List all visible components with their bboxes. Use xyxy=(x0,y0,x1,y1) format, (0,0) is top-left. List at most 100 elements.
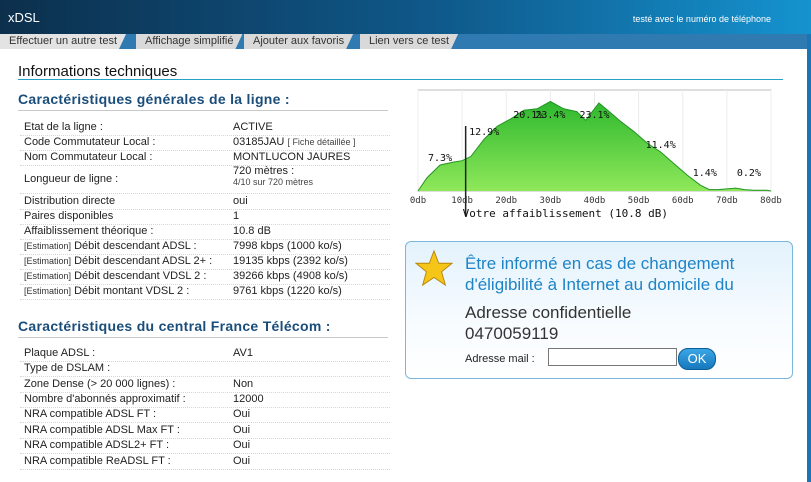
x-tick-label: 30db xyxy=(540,196,562,206)
title-divider xyxy=(18,79,783,80)
line-heading: Caractéristiques générales de la ligne : xyxy=(18,91,290,107)
percent-label: 7.3% xyxy=(428,153,452,164)
row-label: [Estimation] Débit descendant VDSL 2 : xyxy=(24,270,206,282)
row-value: 12000 xyxy=(233,393,264,405)
x-tick-label: 20db xyxy=(495,196,517,206)
label-text: Débit descendant ADSL 2+ : xyxy=(74,255,213,267)
x-tick-label: 50db xyxy=(628,196,650,206)
row-label: Distribution directe xyxy=(24,195,116,207)
row-label: NRA compatible ADSL Max FT : xyxy=(24,424,180,436)
row-value: Oui xyxy=(233,439,251,451)
percent-label: 23.1% xyxy=(579,110,609,121)
alert-phone: 0470059119 xyxy=(465,324,559,343)
line-heading-divider xyxy=(18,110,388,111)
row-nra-adsl2: NRA compatible ADSL2+ FT : Oui xyxy=(20,438,390,454)
alert-title: Être informé en cas de changement d'élig… xyxy=(465,254,735,294)
row-value: AV1 xyxy=(233,347,253,359)
row-label: NRA compatible ReADSL FT : xyxy=(24,455,171,467)
row-value: 1 xyxy=(233,210,240,222)
row-label: Type de DSLAM : xyxy=(24,362,111,374)
row-value: 9761 kbps (1220 ko/s) xyxy=(233,285,342,297)
row-label: Zone Dense (> 20 000 lignes) : xyxy=(24,378,176,390)
row-affaiblissement: Affaiblissement théorique : 10.8 dB xyxy=(20,224,390,240)
your-attenuation-label: Votre affaiblissement (10.8 dB) xyxy=(463,207,668,220)
code-value: 03185JAU xyxy=(233,136,285,148)
mail-label: Adresse mail : xyxy=(465,353,535,365)
longueur-sub: 4/10 sur 720 mètres xyxy=(233,177,314,187)
tagline: testé avec le numéro de téléphone xyxy=(632,14,771,24)
row-plaque: Plaque ADSL : AV1 xyxy=(20,346,390,362)
tab-link-to-test[interactable]: Lien vers ce test xyxy=(360,34,458,49)
row-label: NRA compatible ADSL2+ FT : xyxy=(24,439,170,451)
estimation-tag: [Estimation] xyxy=(24,241,72,251)
row-nra-adsl: NRA compatible ADSL FT : Oui xyxy=(20,407,390,423)
ok-button[interactable]: OK xyxy=(678,348,716,370)
row-debit-montant: [Estimation] Débit montant VDSL 2 : 9761… xyxy=(20,284,390,300)
row-zone-dense: Zone Dense (> 20 000 lignes) : Non xyxy=(20,377,390,393)
row-debit-adsl: [Estimation] Débit descendant ADSL : 799… xyxy=(20,239,390,255)
row-nra-adsl-max: NRA compatible ADSL Max FT : Oui xyxy=(20,423,390,439)
row-label: Longueur de ligne : xyxy=(24,173,119,185)
brand-label: xDSL xyxy=(8,10,40,25)
tab-new-test[interactable]: Effectuer un autre test xyxy=(0,34,126,49)
x-tick-label: 40db xyxy=(584,196,606,206)
row-value: MONTLUCON JAURES xyxy=(233,151,351,163)
row-distribution: Distribution directe oui xyxy=(20,194,390,210)
percent-label: 0.2% xyxy=(737,168,761,179)
row-label: Code Commutateur Local : xyxy=(24,136,156,148)
fiche-detaillee-link[interactable]: [ Fiche détaillée ] xyxy=(287,137,355,147)
x-tick-label: 70db xyxy=(716,196,738,206)
row-value: 720 mètres :4/10 sur 720 mètres xyxy=(233,166,313,188)
row-value: ACTIVE xyxy=(233,121,273,133)
star-icon xyxy=(415,249,453,287)
estimation-tag: [Estimation] xyxy=(24,271,72,281)
x-tick-label: 0db xyxy=(410,196,426,206)
row-label: [Estimation] Débit montant VDSL 2 : xyxy=(24,285,189,297)
label-text: Débit descendant ADSL : xyxy=(74,240,197,252)
row-label: Nombre d'abonnés approximatif : xyxy=(24,393,186,405)
attenuation-chart: 7.3%12.9%20.1%23.4% 23.1%11.4%1.4% 0.2% 0d… xyxy=(410,89,782,220)
title-bar: xDSL testé avec le numéro de téléphone xyxy=(0,0,811,34)
row-debit-adsl2: [Estimation] Débit descendant ADSL 2+ : … xyxy=(20,254,390,270)
row-value: Oui xyxy=(233,424,251,436)
row-label: NRA compatible ADSL FT : xyxy=(24,408,157,420)
row-etat: Etat de la ligne : ACTIVE xyxy=(20,120,390,136)
alert-address: Adresse confidentielle xyxy=(465,303,632,322)
row-value: 10.8 dB xyxy=(233,225,271,237)
row-nra-readsl: NRA compatible ReADSL FT : Oui xyxy=(20,454,390,470)
row-value: 7998 kbps (1000 ko/s) xyxy=(233,240,342,252)
row-code-commutateur: Code Commutateur Local : 03185JAU [ Fich… xyxy=(20,135,390,151)
percent-label: 12.9% xyxy=(469,127,499,138)
row-abonnes: Nombre d'abonnés approximatif : 12000 xyxy=(20,392,390,408)
row-label: [Estimation] Débit descendant ADSL : xyxy=(24,240,197,252)
row-label: Nom Commutateur Local : xyxy=(24,151,153,163)
row-value: 19135 kbps (2392 ko/s) xyxy=(233,255,348,267)
row-debit-vdsl: [Estimation] Débit descendant VDSL 2 : 3… xyxy=(20,269,390,285)
central-heading-divider xyxy=(18,337,388,338)
row-value: Non xyxy=(233,378,254,390)
mail-input[interactable] xyxy=(548,348,677,366)
eligibility-alert-box: Être informé en cas de changement d'élig… xyxy=(405,241,793,379)
x-tick-label: 60db xyxy=(672,196,694,206)
row-value: oui xyxy=(233,195,248,207)
percent-label: 11.4% xyxy=(646,140,676,151)
page-title: Informations techniques xyxy=(18,63,178,80)
row-value: Oui xyxy=(233,408,251,420)
label-text: Débit descendant VDSL 2 : xyxy=(74,270,207,282)
longueur-value: 720 mètres : xyxy=(233,165,295,177)
percent-label: 1.4% xyxy=(693,168,717,179)
x-tick-label: 80db xyxy=(760,196,782,206)
row-label: Affaiblissement théorique : xyxy=(24,225,154,237)
x-tick-label: 10db xyxy=(451,196,473,206)
row-label: Etat de la ligne : xyxy=(24,121,103,133)
central-heading: Caractéristiques du central France Téléc… xyxy=(18,318,331,334)
row-value: 03185JAU [ Fiche détaillée ] xyxy=(233,136,355,148)
row-label: Plaque ADSL : xyxy=(24,347,96,359)
tab-add-favorites[interactable]: Ajouter aux favoris xyxy=(244,34,353,49)
tab-simple-view[interactable]: Affichage simplifié xyxy=(136,34,242,49)
row-paires: Paires disponibles 1 xyxy=(20,209,390,225)
row-label: Paires disponibles xyxy=(24,210,114,222)
estimation-tag: [Estimation] xyxy=(24,256,72,266)
row-label: [Estimation] Débit descendant ADSL 2+ : xyxy=(24,255,212,267)
row-longueur: Longueur de ligne : 720 mètres :4/10 sur… xyxy=(20,165,390,194)
